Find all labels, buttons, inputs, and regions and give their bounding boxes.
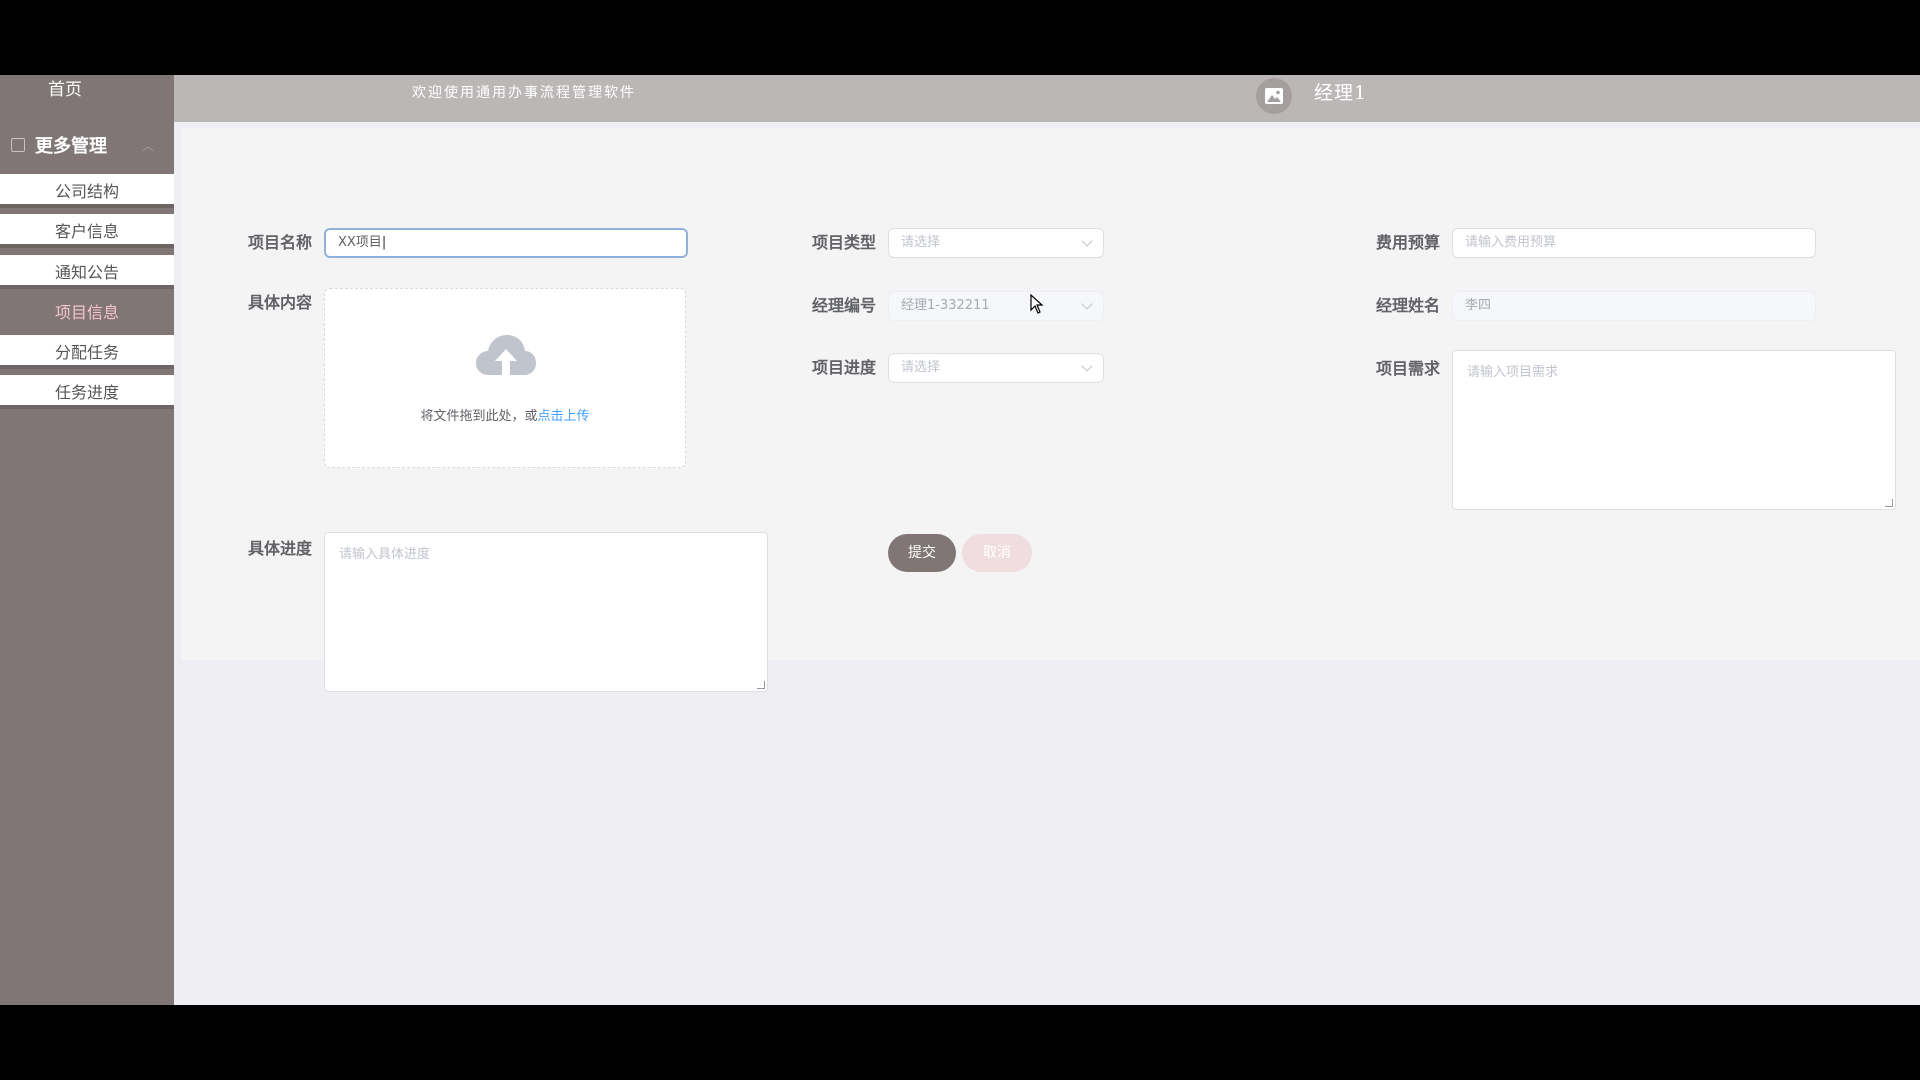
username[interactable]: 经理1	[1314, 75, 1367, 111]
sidebar-group-more-management[interactable]: 更多管理 ︿	[0, 127, 174, 163]
submit-button[interactable]: 提交	[888, 534, 956, 572]
requirement-label: 项目需求	[1375, 359, 1440, 378]
upload-hint: 将文件拖到此处，或	[420, 409, 538, 424]
chevron-down-icon	[1081, 298, 1093, 310]
image-icon	[1265, 88, 1283, 104]
chevron-up-icon: ︿	[141, 138, 154, 153]
cloud-upload-icon	[476, 335, 536, 375]
manager-name-input[interactable]: 李四	[1452, 291, 1816, 321]
menu-icon	[11, 138, 25, 152]
cancel-button[interactable]: 取消	[962, 534, 1032, 572]
project-type-select[interactable]: 请选择	[888, 228, 1104, 258]
manager-name-label: 经理姓名	[1375, 296, 1440, 315]
avatar[interactable]	[1256, 78, 1292, 114]
resize-handle-icon[interactable]	[1885, 499, 1893, 507]
sidebar-item-company-structure[interactable]: 公司结构	[0, 174, 174, 208]
budget-input[interactable]: 请输入费用预算	[1452, 228, 1816, 258]
project-form: 项目名称 XX项目| 具体内容 将文件拖到此处，或点击上传 具体进度 请输入具体…	[182, 128, 1920, 692]
manager-no-select[interactable]: 经理1-332211	[888, 291, 1104, 321]
project-type-label: 项目类型	[811, 233, 876, 252]
requirement-textarea[interactable]: 请输入项目需求	[1452, 350, 1896, 510]
sidebar: 首页 更多管理 ︿ 公司结构 客户信息 通知公告 项目信息 分配任务 任务进度	[0, 75, 174, 1005]
sidebar-item-project-info[interactable]: 项目信息	[0, 295, 174, 329]
project-name-input[interactable]: XX项目|	[324, 228, 688, 258]
sidebar-home[interactable]: 首页	[0, 75, 130, 105]
detail-progress-textarea[interactable]: 请输入具体进度	[324, 532, 768, 692]
chevron-down-icon	[1081, 360, 1093, 372]
welcome-text: 欢迎使用通用办事流程管理软件	[412, 85, 636, 101]
content-label: 具体内容	[247, 293, 312, 312]
top-header: 欢迎使用通用办事流程管理软件 经理1	[174, 75, 1920, 122]
detail-progress-label: 具体进度	[247, 539, 312, 558]
sidebar-item-notice[interactable]: 通知公告	[0, 255, 174, 289]
app-screen: 首页 更多管理 ︿ 公司结构 客户信息 通知公告 项目信息 分配任务 任务进度 …	[0, 75, 1920, 1005]
sidebar-group-label: 更多管理	[35, 136, 107, 157]
sidebar-item-task-progress[interactable]: 任务进度	[0, 375, 174, 409]
file-upload-dropzone[interactable]: 将文件拖到此处，或点击上传	[324, 288, 686, 468]
project-progress-label: 项目进度	[811, 358, 876, 377]
mouse-cursor-icon	[1030, 294, 1044, 314]
sidebar-item-assign-task[interactable]: 分配任务	[0, 335, 174, 369]
click-upload-link[interactable]: 点击上传	[538, 409, 590, 424]
resize-handle-icon[interactable]	[757, 681, 765, 689]
project-progress-select[interactable]: 请选择	[888, 353, 1104, 383]
manager-no-label: 经理编号	[811, 296, 876, 315]
project-name-label: 项目名称	[247, 233, 312, 252]
sidebar-item-customer-info[interactable]: 客户信息	[0, 214, 174, 248]
budget-label: 费用预算	[1375, 233, 1440, 252]
chevron-down-icon	[1081, 235, 1093, 247]
